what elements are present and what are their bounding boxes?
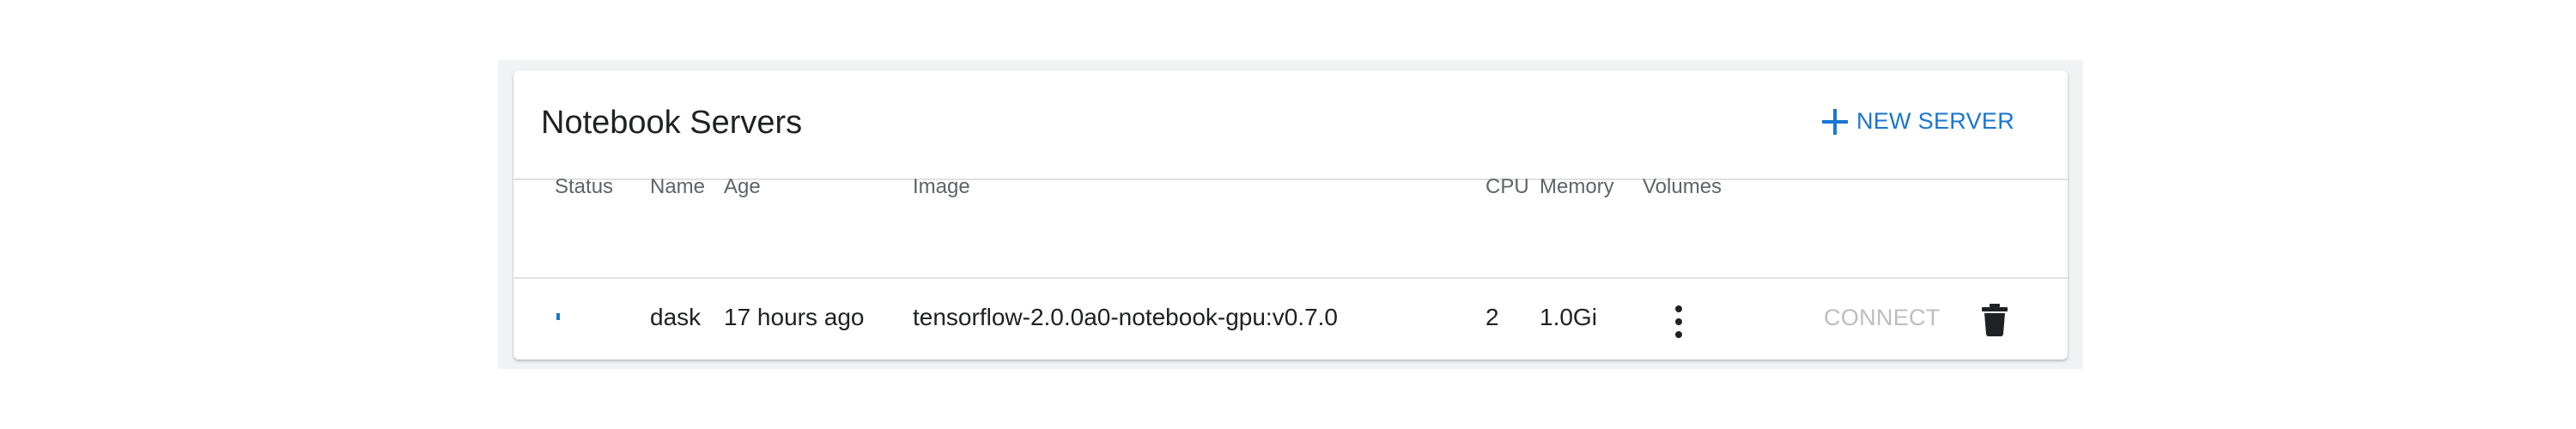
connect-button[interactable]: CONNECT — [1824, 306, 1941, 329]
trash-icon[interactable] — [1982, 304, 2008, 336]
page-title: Notebook Servers — [541, 105, 803, 141]
new-server-button[interactable]: NEW SERVER — [1821, 108, 2014, 135]
column-header-volumes[interactable]: Volumes — [1643, 177, 1722, 197]
column-header-status[interactable]: Status — [555, 177, 613, 197]
status-indicator — [556, 313, 560, 320]
server-cpu: 2 — [1485, 304, 1499, 330]
server-image: tensorflow-2.0.0a0-notebook-gpu:v0.7.0 — [913, 304, 1338, 330]
more-vert-icon[interactable] — [1674, 305, 1684, 340]
column-header-image[interactable]: Image — [913, 177, 970, 197]
column-header-name[interactable]: Name — [650, 177, 705, 197]
new-server-label: NEW SERVER — [1856, 108, 2014, 134]
server-name: dask — [650, 304, 702, 330]
card-header: Notebook Servers NEW SERVER — [513, 70, 2068, 180]
server-memory: 1.0Gi — [1540, 304, 1597, 330]
plus-icon — [1821, 108, 1848, 135]
column-header-cpu[interactable]: CPU — [1485, 177, 1529, 197]
server-age: 17 hours ago — [724, 304, 865, 330]
column-header-age[interactable]: Age — [724, 177, 761, 197]
notebook-servers-card: Notebook Servers NEW SERVER Status Name … — [513, 70, 2068, 360]
column-header-memory[interactable]: Memory — [1540, 177, 1614, 197]
